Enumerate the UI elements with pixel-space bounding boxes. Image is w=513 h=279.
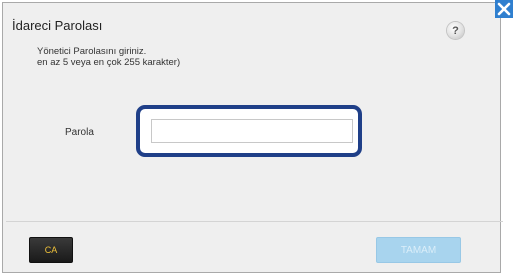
ok-button[interactable]: TAMAM <box>376 237 461 263</box>
close-button[interactable] <box>495 0 513 18</box>
close-icon <box>497 2 511 16</box>
footer-divider <box>6 221 503 222</box>
password-dialog: İdareci Parolası Yönetici Parolasını gir… <box>0 0 513 279</box>
password-input[interactable] <box>151 119 353 143</box>
help-icon: ? <box>452 24 459 37</box>
clear-all-button[interactable]: CA <box>29 237 73 263</box>
password-field-focus-frame <box>136 105 362 157</box>
password-label: Parola <box>65 127 94 138</box>
instruction-text-line2: en az 5 veya en çok 255 karakter) <box>37 57 181 68</box>
help-button[interactable]: ? <box>447 22 464 39</box>
instruction-text-line1: Yönetici Parolasını giriniz. <box>37 46 147 57</box>
dialog-panel: İdareci Parolası Yönetici Parolasını gir… <box>2 2 503 273</box>
dialog-title: İdareci Parolası <box>12 18 103 33</box>
